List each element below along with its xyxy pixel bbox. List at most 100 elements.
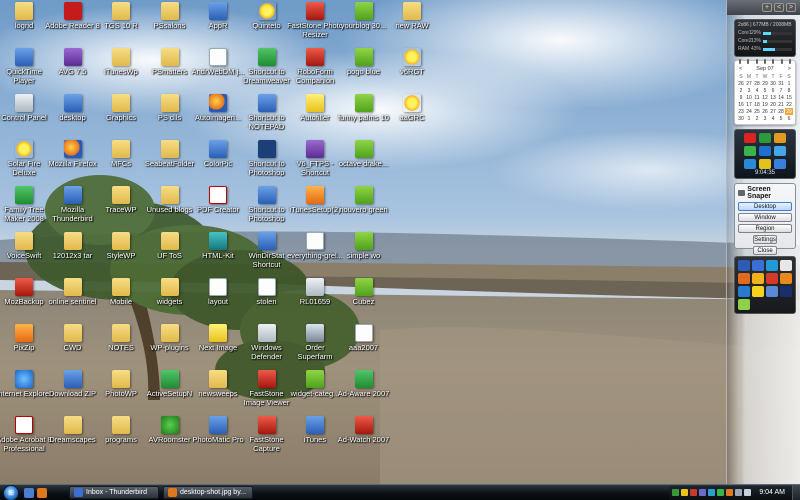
desktop-icon[interactable]: Unused blogs: [146, 186, 194, 232]
desktop-icon[interactable]: funny palms 10: [338, 94, 389, 140]
desktop-icon[interactable]: yourblog 30...: [340, 2, 388, 48]
calendar-day[interactable]: 2: [753, 115, 761, 122]
desktop-icon[interactable]: Internet Explorer: [0, 370, 52, 416]
desktop-icon[interactable]: newsweeps: [194, 370, 242, 416]
desktop-icon[interactable]: MozBackup: [0, 278, 48, 324]
calendar-day[interactable]: 29: [761, 80, 769, 87]
desktop-icon[interactable]: stolen: [243, 278, 291, 324]
desktop-icon[interactable]: SeabeatFolder: [145, 140, 194, 186]
app-icon[interactable]: [780, 286, 792, 297]
sidebar-add-gadget-button[interactable]: +: [762, 3, 772, 12]
desktop-icon[interactable]: Solar Fire Deluxe: [0, 140, 48, 186]
tray-icon[interactable]: [699, 489, 707, 496]
desktop-icon[interactable]: V6_FTPS - Shortcut: [291, 140, 339, 186]
desktop-icon[interactable]: simple wo: [340, 232, 388, 278]
desktop-icon[interactable]: AndrWebDM j...: [192, 48, 244, 94]
calendar-day[interactable]: 9: [737, 94, 745, 101]
show-desktop-button[interactable]: [792, 484, 800, 500]
calendar-day[interactable]: 6: [785, 115, 793, 122]
calendar-day[interactable]: 28: [753, 80, 761, 87]
desktop-icon[interactable]: aaa2007: [340, 324, 388, 370]
app-icon[interactable]: [738, 260, 750, 271]
tray-icon[interactable]: [708, 489, 716, 496]
desktop-icon[interactable]: TraceWP: [97, 186, 145, 232]
desktop-icon[interactable]: 12012x3 tar: [49, 232, 97, 278]
calendar-day[interactable]: 5: [761, 87, 769, 94]
cpu-meter-gadget[interactable]: 2x86 | 677MB / 2008MB Core1 29% Core2 13…: [734, 19, 796, 57]
calendar-day[interactable]: 8: [785, 87, 793, 94]
desktop-icon[interactable]: Mozilla Firefox: [48, 140, 97, 186]
desktop-icon[interactable]: Shortcut to Dreamweaver: [243, 48, 291, 94]
sidebar-next-button[interactable]: >: [786, 3, 796, 12]
tray-icon[interactable]: [717, 489, 725, 496]
calendar-day[interactable]: 24: [745, 108, 753, 115]
calendar-day[interactable]: 23: [737, 108, 745, 115]
calendar-day[interactable]: 14: [777, 94, 785, 101]
desktop-icon[interactable]: iTunesSetup(2): [290, 186, 341, 232]
desktop-icon[interactable]: AVG 7.5: [49, 48, 97, 94]
app-icon[interactable]: [738, 286, 750, 297]
desktop-icon[interactable]: layout: [194, 278, 242, 324]
desktop-icon[interactable]: PDF Creator: [194, 186, 242, 232]
start-button[interactable]: ⊞: [3, 484, 19, 500]
snap-window-button[interactable]: Window: [738, 213, 792, 222]
app-icon[interactable]: [744, 159, 756, 169]
calendar-day[interactable]: 13: [769, 94, 777, 101]
app-icon[interactable]: [744, 133, 756, 143]
calendar-day[interactable]: 5: [777, 115, 785, 122]
app-icon[interactable]: [766, 273, 778, 284]
calendar-day[interactable]: 12: [761, 94, 769, 101]
taskbar-item-firefox[interactable]: desktop-shot.jpg by...: [163, 486, 253, 499]
tray-icon[interactable]: [726, 489, 734, 496]
calendar-day[interactable]: 30: [769, 80, 777, 87]
calendar-day[interactable]: 21: [777, 101, 785, 108]
desktop-icon[interactable]: MFCs: [97, 140, 145, 186]
desktop-icon[interactable]: Shortcut to NOTEPAD: [243, 94, 291, 140]
tray-icon[interactable]: [681, 489, 689, 496]
tray-icon[interactable]: [690, 489, 698, 496]
desktop-icon[interactable]: PhotoWP: [97, 370, 145, 416]
desktop-icon[interactable]: v6RGT: [388, 48, 436, 94]
calendar-next-button[interactable]: >: [788, 66, 791, 72]
desktop-icon[interactable]: Windows Defender: [243, 324, 291, 370]
desktop-icon[interactable]: QuickTime Player: [0, 48, 48, 94]
app-icon[interactable]: [774, 159, 786, 169]
desktop-icon[interactable]: Ad-Watch 2007: [338, 416, 389, 462]
taskbar-item-thunderbird[interactable]: Inbox - Thunderbird: [69, 486, 159, 499]
desktop-icon[interactable]: Mobile: [97, 278, 145, 324]
volume-icon[interactable]: [744, 489, 752, 496]
calendar-gadget[interactable]: < Sep 07 > S M T W T F S 26 27 28 29 30 31 1 2 3 4 5 6 7 8 9 1…: [734, 59, 796, 125]
calendar-day[interactable]: 20: [769, 101, 777, 108]
calendar-prev-button[interactable]: <: [739, 66, 742, 72]
calendar-day[interactable]: 4: [769, 115, 777, 122]
calendar-day[interactable]: 11: [753, 94, 761, 101]
network-icon[interactable]: [735, 489, 743, 496]
desktop-icon[interactable]: logrid: [0, 2, 48, 48]
desktop-icon[interactable]: pogo blue: [340, 48, 388, 94]
desktop-icon[interactable]: StyleWP: [97, 232, 145, 278]
desktop-icon[interactable]: Quinteto: [243, 2, 291, 48]
desktop-icon[interactable]: Shortcut to Photoshop: [243, 140, 291, 186]
calendar-day[interactable]: 26: [737, 80, 745, 87]
calendar-day[interactable]: 26: [761, 108, 769, 115]
calendar-day[interactable]: 31: [777, 80, 785, 87]
desktop-icon[interactable]: Dreamscapes: [49, 416, 97, 462]
calendar-day[interactable]: 18: [753, 101, 761, 108]
desktop-icon[interactable]: HTML-Kit: [194, 232, 242, 278]
tray-icon[interactable]: [672, 489, 680, 496]
desktop-icon[interactable]: nouvero green: [339, 186, 388, 232]
app-icon[interactable]: [774, 146, 786, 156]
desktop-icon[interactable]: NOTES: [97, 324, 145, 370]
calendar-day[interactable]: 27: [769, 108, 777, 115]
app-icon[interactable]: [780, 260, 792, 271]
desktop-icon[interactable]: Adobe Acrobat 8 Professional: [0, 416, 52, 462]
desktop-icon[interactable]: desktop: [49, 94, 97, 140]
desktop-icon[interactable]: FastStone Capture: [243, 416, 291, 462]
desktop-icon[interactable]: ColorPic: [194, 140, 242, 186]
desktop-icon[interactable]: WinDirStat Shortcut: [243, 232, 291, 278]
desktop-icon[interactable]: Graphics: [97, 94, 145, 140]
snap-region-button[interactable]: Region: [738, 224, 792, 233]
desktop-icon[interactable]: UF ToS: [146, 232, 194, 278]
desktop-icon[interactable]: RL01659: [291, 278, 339, 324]
desktop-icon[interactable]: everything-grel...: [287, 232, 343, 278]
